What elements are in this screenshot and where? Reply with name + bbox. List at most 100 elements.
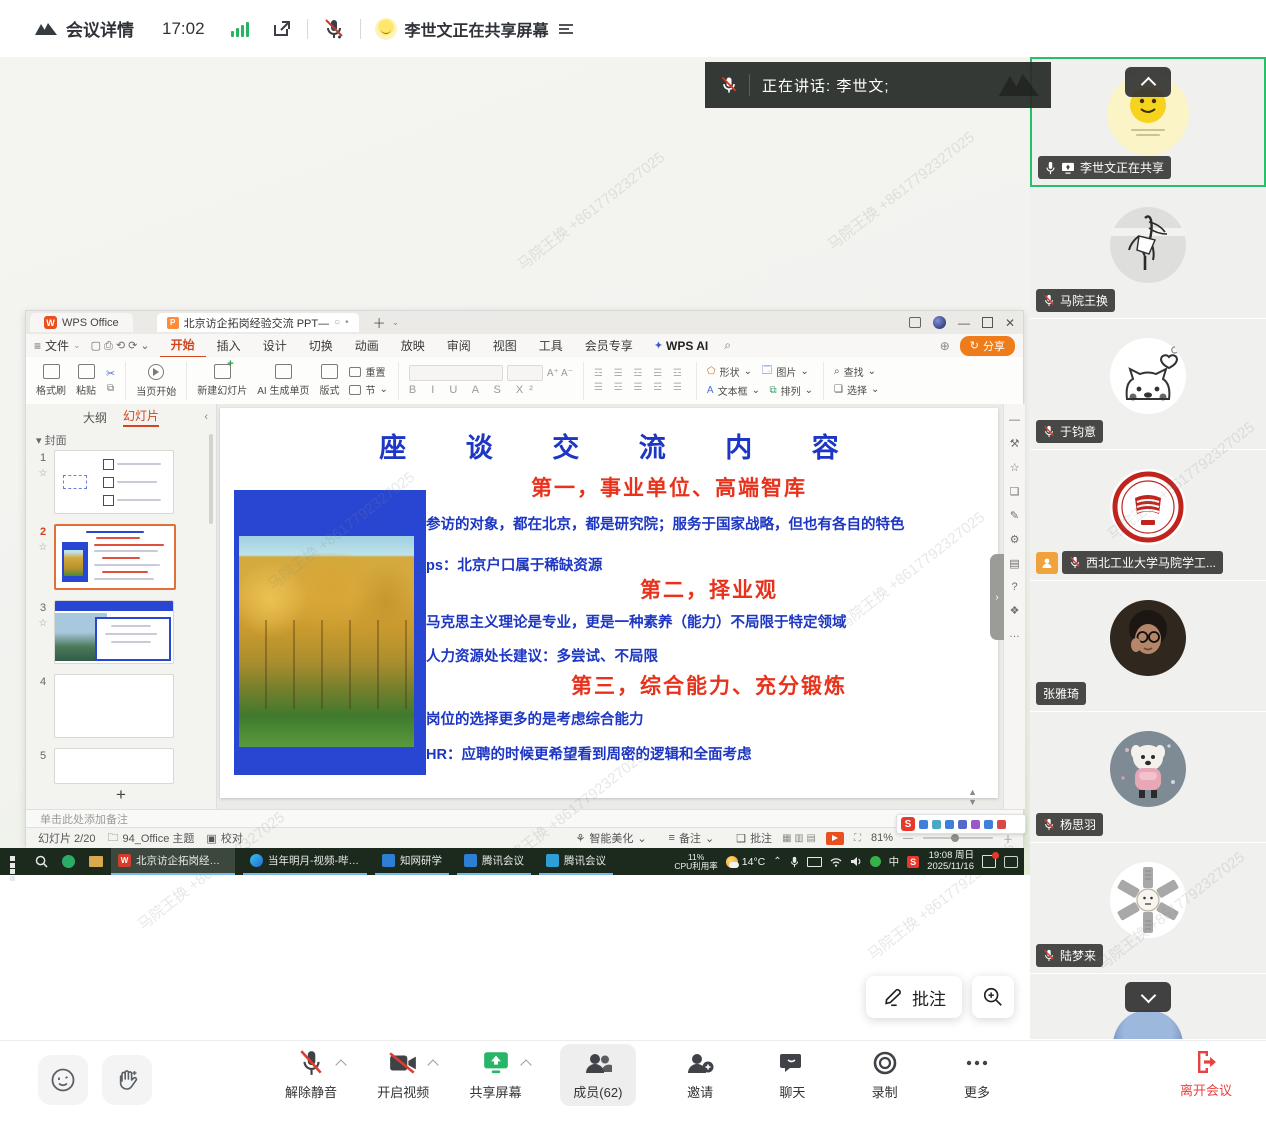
taskbar-window-browser[interactable]: 当年明月-视频-哔哩...	[243, 848, 367, 875]
smart-beautify-button[interactable]: ⚘ 智能美化 ⌄	[575, 830, 646, 846]
zoom-in-tool-button[interactable]	[972, 976, 1014, 1018]
battery-icon[interactable]	[807, 857, 822, 867]
strip-more-icon[interactable]: …	[1009, 628, 1020, 640]
invite-button[interactable]: 邀请	[672, 1049, 728, 1106]
raise-hand-button[interactable]	[102, 1055, 152, 1105]
mic-options-caret[interactable]	[335, 1059, 346, 1070]
strip-minimize-icon[interactable]: —	[1009, 414, 1020, 426]
zoom-out-button[interactable]: —	[903, 833, 913, 844]
strip-tools-icon[interactable]: ⚙	[1010, 533, 1020, 546]
notification-center-icon[interactable]	[982, 855, 996, 868]
find-button[interactable]: ⌕查找 ⌄	[834, 364, 879, 379]
meeting-details-button[interactable]: 会议详情	[34, 16, 134, 41]
cpu-usage-indicator[interactable]: 11%CPU利用率	[674, 853, 717, 871]
fullscreen-icon[interactable]: ⛶	[854, 833, 861, 844]
menu-tab-animation[interactable]: 动画	[344, 335, 390, 357]
clock-indicator[interactable]: 19:08 周日2025/11/16	[927, 851, 974, 872]
strip-edit-icon[interactable]: ✎	[1010, 509, 1019, 522]
participant-tile[interactable]: 马院王换	[1030, 188, 1266, 318]
add-slide-button[interactable]: +	[116, 785, 126, 805]
touch-keyboard-icon[interactable]	[1004, 856, 1018, 868]
slide-thumbnail-row[interactable]: 3☆	[32, 600, 216, 664]
taskbar-search-icon[interactable]	[35, 855, 48, 868]
share-options-caret[interactable]	[520, 1059, 531, 1070]
cut-copy-icons[interactable]: ✂⧉	[106, 367, 115, 394]
start-button[interactable]	[10, 856, 21, 867]
ime-indicator[interactable]: 中	[889, 854, 900, 869]
slides-tab[interactable]: 幻灯片	[123, 407, 159, 427]
notes-bar[interactable]: 单击此处添加备注	[26, 809, 1023, 827]
slide-thumbnail-row[interactable]: 2☆	[32, 524, 216, 590]
star-icon[interactable]: ☆	[39, 468, 48, 479]
slide-thumbnail-row[interactable]: 5	[32, 748, 216, 784]
mic-muted-icon[interactable]	[322, 17, 346, 41]
restore-button[interactable]	[982, 317, 993, 328]
participant-tile[interactable]: 张雅琦	[1030, 581, 1266, 711]
layout-button[interactable]: 版式	[319, 364, 339, 397]
select-button[interactable]: ❏选择 ⌄	[834, 382, 879, 397]
new-tab-button[interactable]: ＋	[373, 313, 386, 332]
participant-tile[interactable]: 于钧意	[1030, 319, 1266, 449]
sogou-input-toolbar[interactable]: S	[896, 814, 1026, 834]
strip-clothes-icon[interactable]: ❖	[1010, 604, 1020, 617]
new-slide-button[interactable]: 新建幻灯片	[197, 364, 247, 397]
paste-button[interactable]: 粘贴	[76, 364, 96, 397]
file-menu[interactable]: ≡ 文件 ⌄	[34, 337, 81, 354]
participant-tile-partial[interactable]	[1030, 974, 1266, 1039]
slideshow-play-button[interactable]	[826, 832, 844, 845]
tab-list-chevron-icon[interactable]: ⌄	[392, 317, 400, 328]
annotate-button[interactable]: 批注	[866, 976, 962, 1018]
strip-book-icon[interactable]: ▤	[1009, 557, 1019, 570]
taskbar-window-cnki[interactable]: 知网研学	[375, 848, 449, 875]
section-button[interactable]: 节 ⌄	[349, 382, 387, 397]
participant-tile[interactable]: 西北工业大学马院学工...	[1030, 450, 1266, 580]
strip-help-icon[interactable]: ?	[1011, 581, 1017, 593]
sharer-list-icon[interactable]	[557, 22, 575, 36]
font-size-select[interactable]	[507, 365, 543, 381]
upload-circle-icon[interactable]: ⊕	[940, 339, 950, 353]
collapse-panel-icon[interactable]: ‹	[204, 411, 208, 423]
collapse-sidebar-button[interactable]	[1125, 67, 1171, 97]
reaction-emoji-button[interactable]	[38, 1055, 88, 1105]
taskbar-window-meeting1[interactable]: 腾讯会议	[457, 848, 531, 875]
chat-button[interactable]: 聊天	[764, 1049, 820, 1106]
strip-settings-icon[interactable]: ⚒	[1010, 437, 1020, 450]
share-button[interactable]: ↻ 分享	[960, 336, 1015, 356]
taskbar-app-icon[interactable]	[62, 855, 75, 868]
slide-nav-arrows[interactable]: ▲▼	[968, 787, 977, 807]
theme-indicator[interactable]: 🗀 94_Office 主题	[107, 829, 194, 848]
sogou-tray-icon[interactable]: S	[907, 856, 919, 868]
layout-mode-icon[interactable]	[909, 317, 921, 328]
taskbar-window-meeting2[interactable]: 腾讯会议	[539, 848, 613, 875]
open-in-window-icon[interactable]	[271, 18, 293, 40]
outline-tab[interactable]: 大纲	[83, 409, 107, 426]
wifi-icon[interactable]	[830, 857, 842, 867]
video-options-caret[interactable]	[428, 1059, 439, 1070]
account-avatar[interactable]	[933, 316, 946, 329]
menu-tab-review[interactable]: 审阅	[436, 335, 482, 357]
more-button[interactable]: 更多	[949, 1049, 1005, 1106]
current-slide[interactable]: 座 谈 交 流 内 容 第一，事业单位、高端智库 参访的对象，都在北京，都是研究…	[220, 408, 998, 798]
font-style-buttons[interactable]: B I U A S X²	[409, 384, 573, 396]
proofing-button[interactable]: ▣ 校对	[206, 830, 242, 846]
menu-tab-insert[interactable]: 插入	[206, 335, 252, 357]
menu-tab-slideshow[interactable]: 放映	[390, 335, 436, 357]
scroll-down-participants-button[interactable]	[1125, 982, 1171, 1012]
menu-tab-home[interactable]: 开始	[160, 334, 206, 358]
taskbar-window-wps[interactable]: W 北京访企拓岗经验交...	[111, 848, 235, 875]
network-signal-icon[interactable]	[231, 21, 249, 37]
tray-expand-icon[interactable]: ⌃	[773, 856, 781, 867]
leave-meeting-button[interactable]: 离开会议	[1180, 1049, 1232, 1099]
menu-tab-member[interactable]: 会员专享	[574, 335, 644, 357]
comment-button[interactable]: ❑ 批注	[736, 830, 772, 846]
font-name-select[interactable]	[409, 365, 503, 381]
participant-tile-sharer[interactable]: 李世文正在共享	[1030, 57, 1266, 187]
slide-thumbnail-row[interactable]: 1☆	[32, 450, 216, 514]
ai-generate-page-button[interactable]: AI 生成单页	[257, 364, 309, 397]
slide-thumbnail-row[interactable]: 4	[32, 674, 216, 738]
menu-tab-transition[interactable]: 切换	[298, 335, 344, 357]
notes-button[interactable]: ≡ 备注 ⌄	[669, 830, 715, 846]
menu-tab-design[interactable]: 设计	[252, 335, 298, 357]
zoom-slider[interactable]	[923, 837, 993, 839]
quick-access-icons[interactable]: ▢ ⎙ ⟲ ⟳ ⌄	[91, 339, 150, 353]
